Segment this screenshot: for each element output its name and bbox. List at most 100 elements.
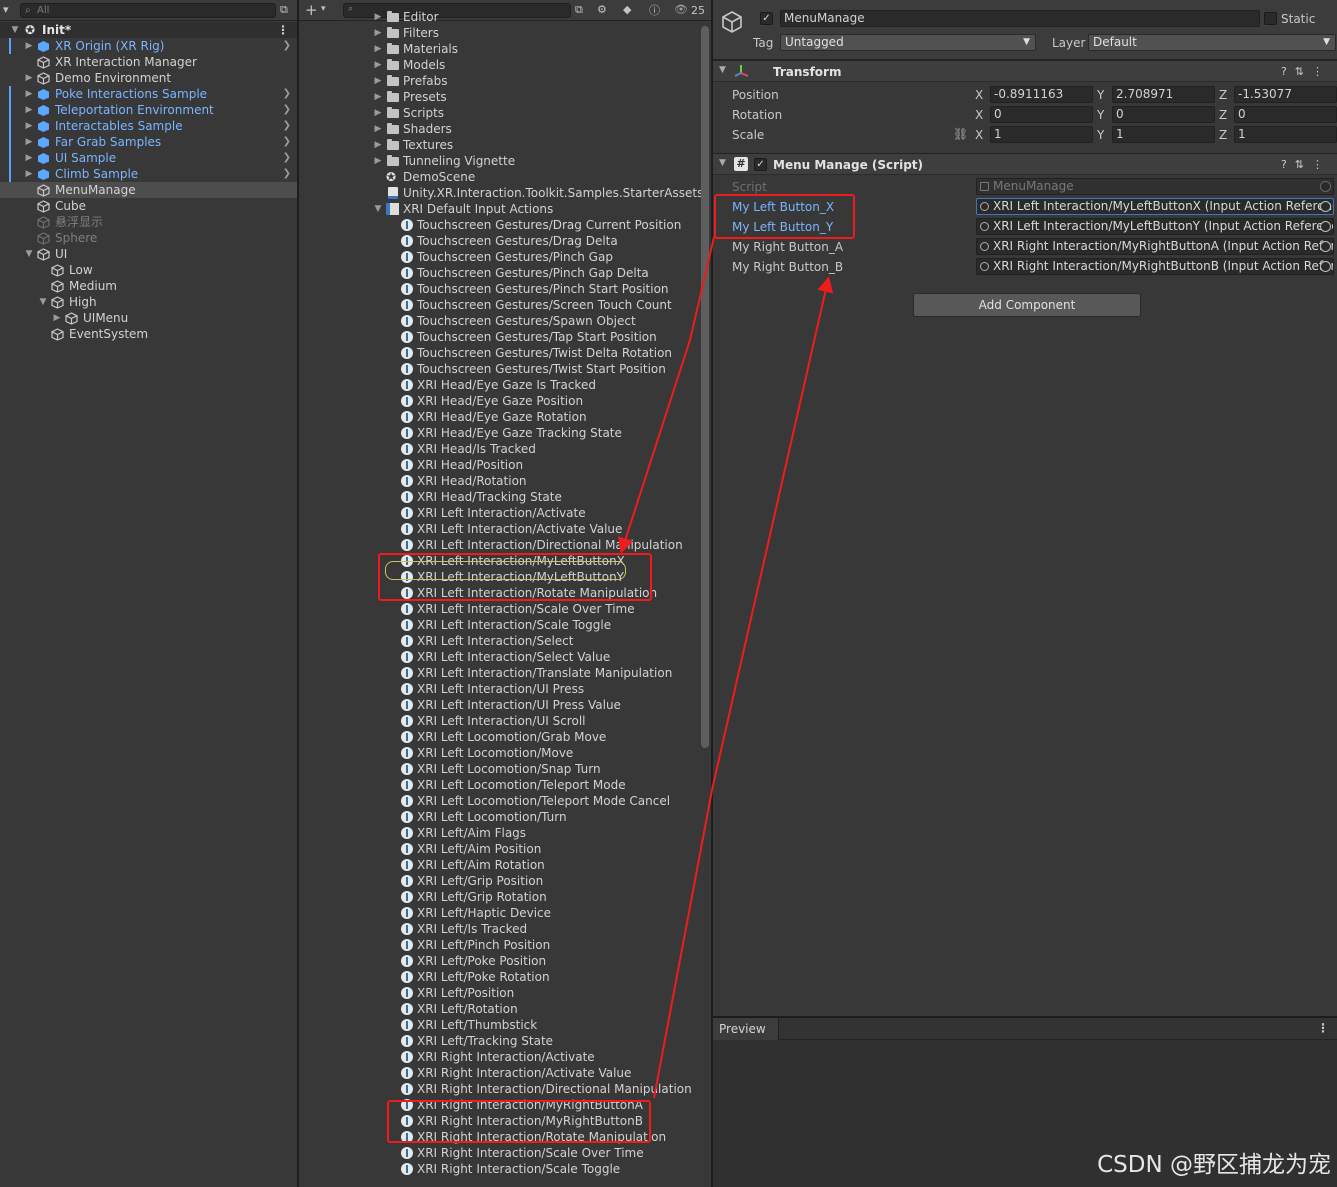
input-action-item[interactable]: XRI Left/Thumbstick — [299, 1017, 699, 1033]
axis-label[interactable]: Y — [1097, 108, 1104, 122]
input-action-item[interactable]: XRI Head/Is Tracked — [299, 441, 699, 457]
input-action-item[interactable]: XRI Left/Grip Position — [299, 873, 699, 889]
input-action-item[interactable]: Touchscreen Gestures/Pinch Gap Delta — [299, 265, 699, 281]
transform-z-field[interactable]: 0 — [1234, 106, 1337, 123]
transform-x-field[interactable]: 0 — [990, 106, 1093, 123]
input-action-item[interactable]: XRI Left Interaction/Translate Manipulat… — [299, 665, 699, 681]
input-action-item[interactable]: XRI Head/Position — [299, 457, 699, 473]
hierarchy-item[interactable]: ▶ Far Grab Samples ❯ — [0, 134, 297, 150]
input-action-item[interactable]: XRI Left Locomotion/Teleport Mode — [299, 777, 699, 793]
hierarchy-item[interactable]: ▶ Climb Sample ❯ — [0, 166, 297, 182]
chevron-right-icon[interactable]: ❯ — [283, 134, 291, 150]
axis-label[interactable]: X — [975, 108, 983, 122]
project-scene-file[interactable]: ✪ DemoScene — [299, 169, 699, 185]
script-enabled-checkbox[interactable]: ✓ — [754, 158, 767, 171]
input-action-item[interactable]: XRI Left/Tracking State — [299, 1033, 699, 1049]
object-picker-icon[interactable] — [1320, 261, 1331, 272]
project-input-actions-asset[interactable]: ▼ XRI Default Input Actions — [299, 201, 699, 217]
input-action-item[interactable]: XRI Left Interaction/Select Value — [299, 649, 699, 665]
expand-arrow-icon[interactable]: ▶ — [373, 25, 383, 41]
hierarchy-item[interactable]: Low — [0, 262, 297, 278]
layer-dropdown[interactable]: Default ▼ — [1088, 34, 1336, 51]
expand-arrow-icon[interactable]: ▶ — [24, 38, 34, 54]
input-action-item[interactable]: XRI Left/Position — [299, 985, 699, 1001]
hierarchy-item[interactable]: ▶ Demo Environment — [0, 70, 297, 86]
project-folder[interactable]: ▶ Materials — [299, 41, 699, 57]
expand-arrow-icon[interactable]: ▶ — [373, 73, 383, 89]
hierarchy-item[interactable]: Cube — [0, 198, 297, 214]
input-action-item[interactable]: XRI Left/Poke Rotation — [299, 969, 699, 985]
hierarchy-item[interactable]: ▶ UIMenu — [0, 310, 297, 326]
expand-arrow-icon[interactable]: ▶ — [373, 153, 383, 169]
input-action-item[interactable]: XRI Head/Eye Gaze Rotation — [299, 409, 699, 425]
input-action-item[interactable]: XRI Right Interaction/Scale Toggle — [299, 1161, 699, 1177]
input-action-item[interactable]: XRI Left/Grip Rotation — [299, 889, 699, 905]
input-action-item[interactable]: Touchscreen Gestures/Screen Touch Count — [299, 297, 699, 313]
object-name-field[interactable]: MenuManage — [780, 10, 1260, 27]
input-action-item[interactable]: XRI Left/Haptic Device — [299, 905, 699, 921]
expand-arrow-icon[interactable]: ▶ — [373, 105, 383, 121]
input-action-reference-field[interactable]: XRI Left Interaction/MyLeftButtonX (Inpu… — [976, 198, 1334, 215]
expand-arrow-icon[interactable]: ▶ — [373, 121, 383, 137]
hierarchy-item[interactable]: XR Interaction Manager — [0, 54, 297, 70]
input-action-item[interactable]: XRI Left/Is Tracked — [299, 921, 699, 937]
hierarchy-item[interactable]: ▼ High — [0, 294, 297, 310]
axis-label[interactable]: X — [975, 88, 983, 102]
input-action-item[interactable]: XRI Right Interaction/Activate Value — [299, 1065, 699, 1081]
input-action-reference-field[interactable]: XRI Right Interaction/MyRightButtonA (In… — [976, 238, 1334, 255]
expand-arrow-icon[interactable]: ▶ — [373, 137, 383, 153]
hierarchy-item[interactable]: EventSystem — [0, 326, 297, 342]
transform-z-field[interactable]: -1.53077 — [1234, 86, 1337, 103]
hierarchy-item[interactable]: MenuManage — [0, 182, 297, 198]
input-action-item[interactable]: XRI Left Locomotion/Move — [299, 745, 699, 761]
project-folder[interactable]: ▶ Shaders — [299, 121, 699, 137]
input-action-item[interactable]: XRI Head/Eye Gaze Is Tracked — [299, 377, 699, 393]
collapse-arrow-icon[interactable]: ▼ — [719, 65, 726, 75]
input-action-item[interactable]: Touchscreen Gestures/Twist Delta Rotatio… — [299, 345, 699, 361]
chevron-right-icon[interactable]: ❯ — [283, 86, 291, 102]
tag-dropdown[interactable]: Untagged ▼ — [780, 34, 1036, 51]
more-icon[interactable]: ⋮ — [1317, 1021, 1329, 1035]
chevron-right-icon[interactable]: ❯ — [283, 102, 291, 118]
expand-arrow-icon[interactable]: ▶ — [52, 310, 62, 326]
chevron-right-icon[interactable]: ❯ — [283, 38, 291, 54]
input-action-item[interactable]: XRI Left Locomotion/Snap Turn — [299, 761, 699, 777]
hierarchy-item[interactable]: ▶ XR Origin (XR Rig) ❯ — [0, 38, 297, 54]
chevron-right-icon[interactable]: ❯ — [283, 118, 291, 134]
axis-label[interactable]: Z — [1219, 88, 1227, 102]
input-action-item[interactable]: XRI Left/Rotation — [299, 1001, 699, 1017]
preview-tab[interactable]: Preview — [713, 1018, 779, 1040]
input-action-item[interactable]: XRI Left/Poke Position — [299, 953, 699, 969]
input-action-item[interactable]: XRI Left Interaction/Activate — [299, 505, 699, 521]
input-action-item[interactable]: XRI Right Interaction/Activate — [299, 1049, 699, 1065]
transform-x-field[interactable]: -0.8911163 — [990, 86, 1093, 103]
axis-label[interactable]: Y — [1097, 128, 1104, 142]
active-checkbox[interactable]: ✓ — [760, 12, 773, 25]
more-icon[interactable]: ⋮ — [277, 22, 289, 38]
input-action-item[interactable]: XRI Left Interaction/UI Press Value — [299, 697, 699, 713]
collapse-arrow-icon[interactable]: ▼ — [373, 201, 383, 217]
transform-z-field[interactable]: 1 — [1234, 126, 1337, 143]
input-action-item[interactable]: XRI Left Interaction/Select — [299, 633, 699, 649]
collapse-arrow-icon[interactable]: ▼ — [10, 22, 20, 38]
expand-arrow-icon[interactable]: ▶ — [24, 134, 34, 150]
input-action-item[interactable]: XRI Head/Rotation — [299, 473, 699, 489]
expand-arrow-icon[interactable]: ▶ — [373, 89, 383, 105]
project-folder[interactable]: ▶ Models — [299, 57, 699, 73]
project-folder[interactable]: ▶ Prefabs — [299, 73, 699, 89]
input-action-item[interactable]: Touchscreen Gestures/Twist Start Positio… — [299, 361, 699, 377]
input-action-item[interactable]: Touchscreen Gestures/Spawn Object — [299, 313, 699, 329]
expand-arrow-icon[interactable]: ▶ — [24, 102, 34, 118]
project-asmdef-file[interactable]: Unity.XR.Interaction.Toolkit.Samples.Sta… — [299, 185, 703, 201]
input-action-item[interactable]: XRI Left/Aim Flags — [299, 825, 699, 841]
chevron-right-icon[interactable]: ❯ — [283, 150, 291, 166]
hierarchy-item[interactable]: ▼ UI — [0, 246, 297, 262]
hierarchy-item[interactable]: ▶ Teleportation Environment ❯ — [0, 102, 297, 118]
input-action-item[interactable]: XRI Head/Eye Gaze Position — [299, 393, 699, 409]
axis-label[interactable]: X — [975, 128, 983, 142]
input-action-item[interactable]: XRI Left Locomotion/Teleport Mode Cancel — [299, 793, 699, 809]
input-action-item[interactable]: Touchscreen Gestures/Drag Delta — [299, 233, 699, 249]
input-action-item[interactable]: Touchscreen Gestures/Pinch Gap — [299, 249, 699, 265]
input-action-item[interactable]: Touchscreen Gestures/Drag Current Positi… — [299, 217, 699, 233]
add-component-button[interactable]: Add Component — [913, 293, 1141, 317]
